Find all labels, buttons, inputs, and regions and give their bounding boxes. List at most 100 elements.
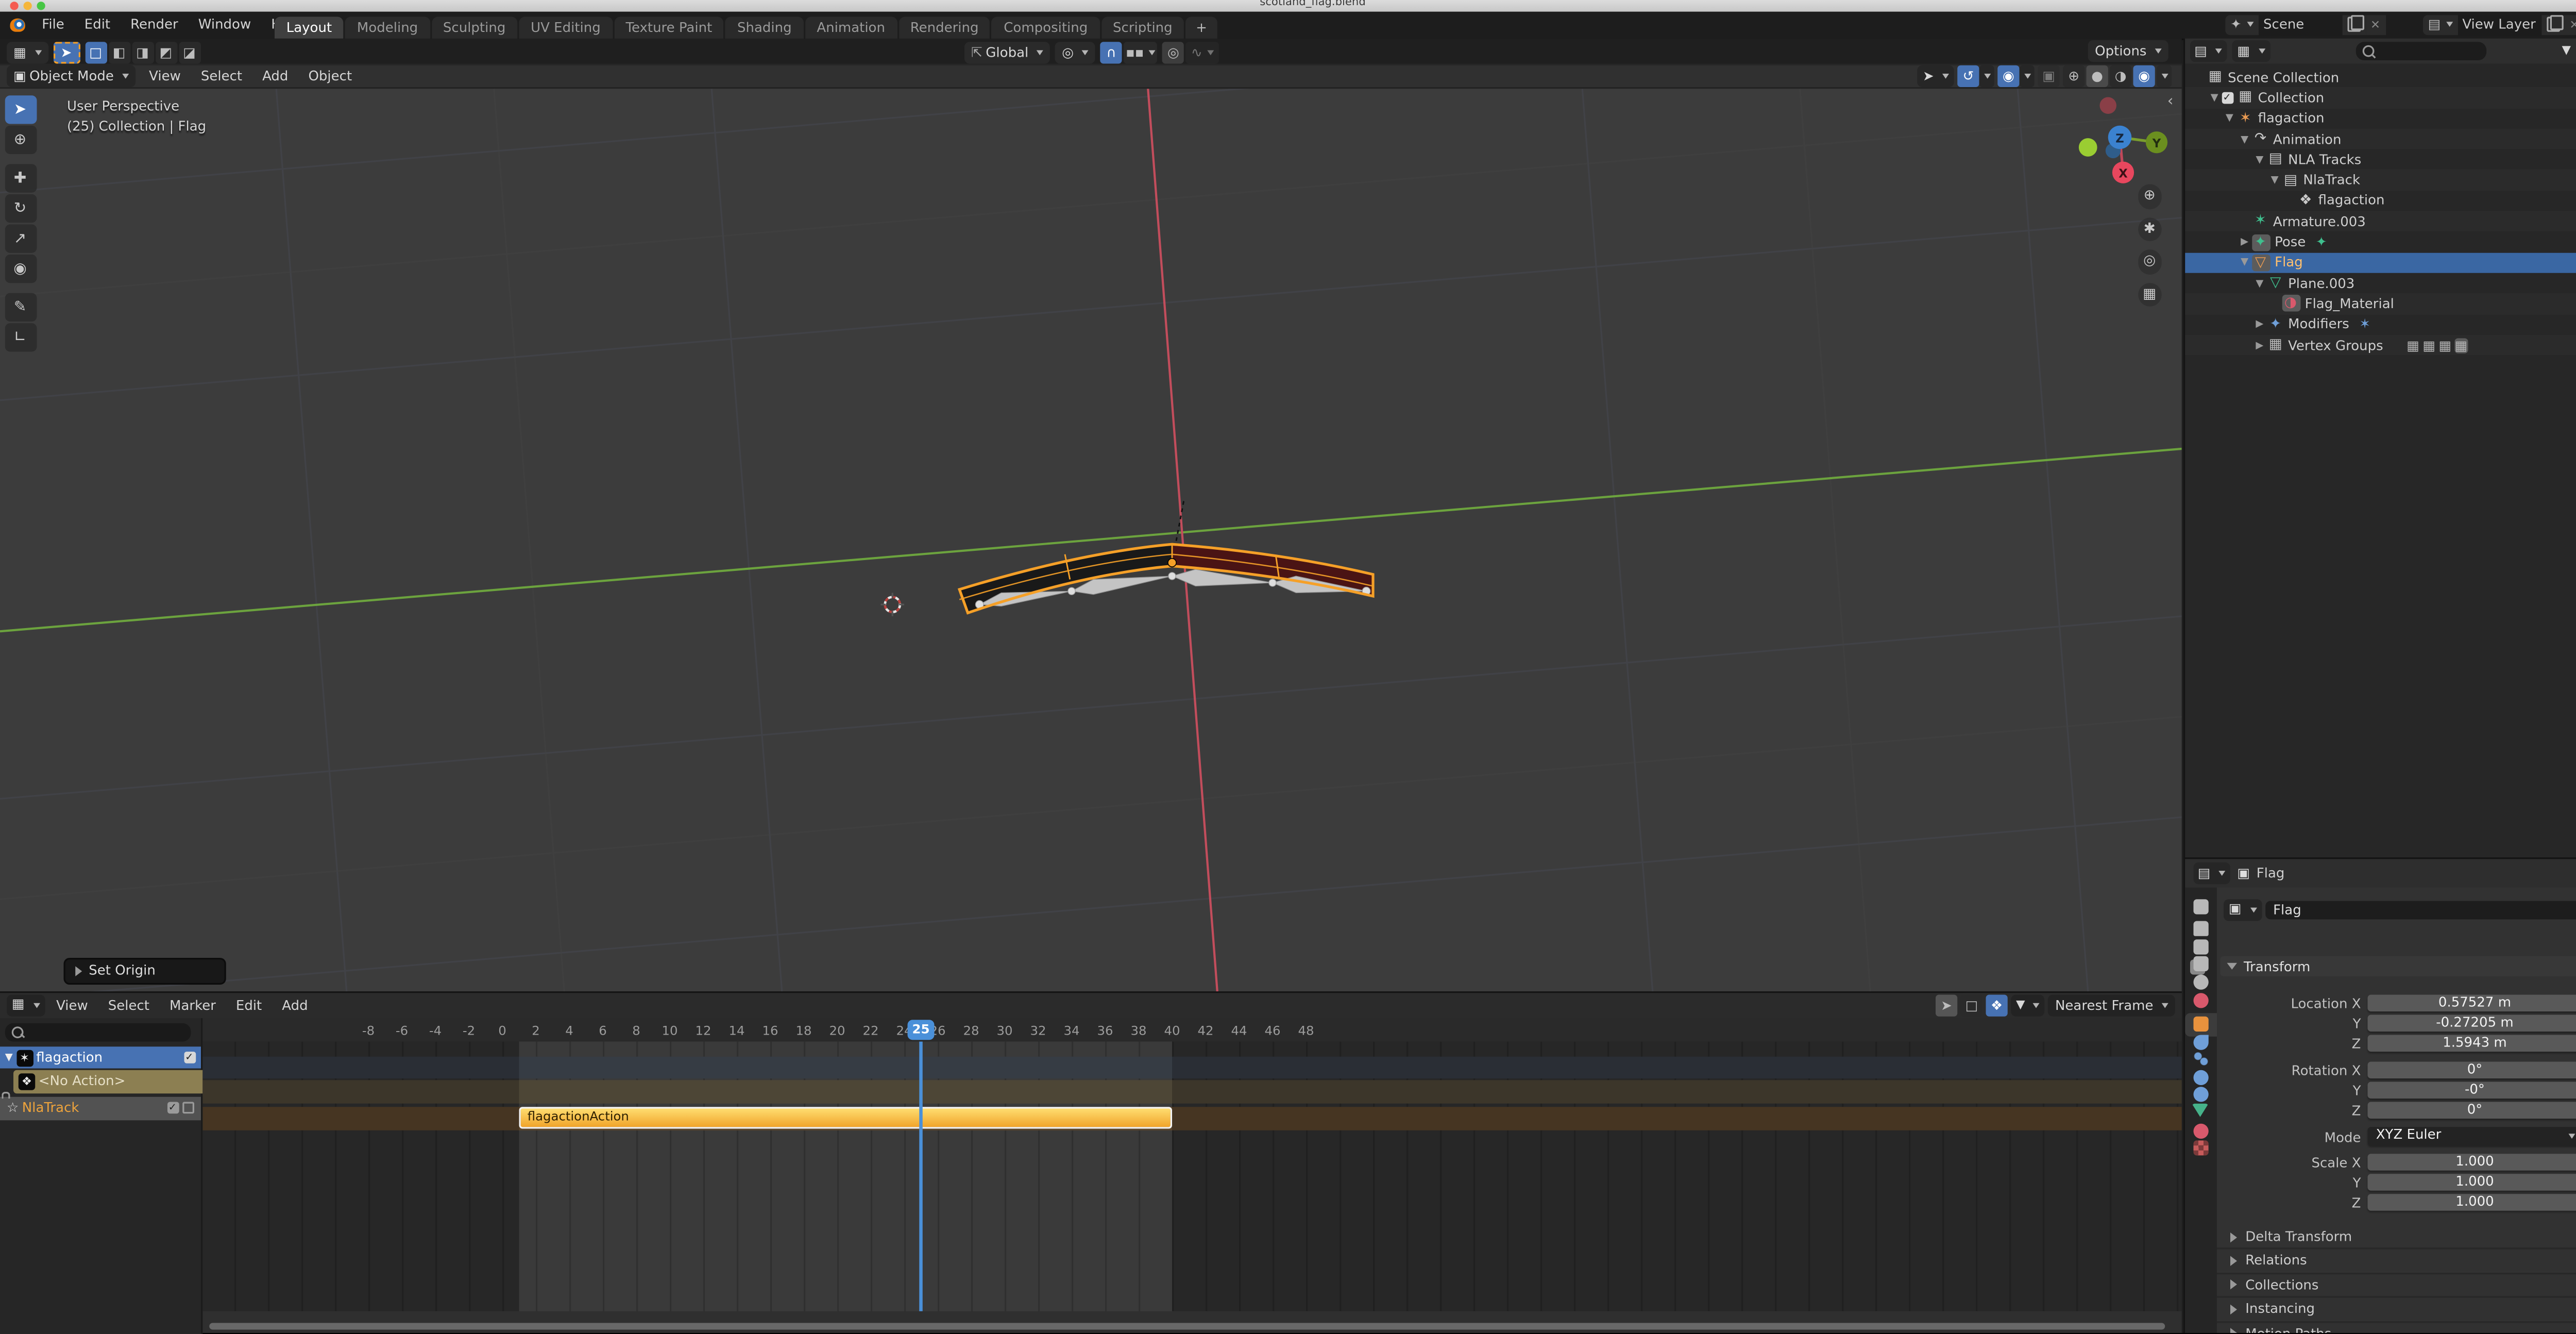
show-object-types-dropdown[interactable]: ➤: [1918, 66, 1954, 87]
outliner-row-armature-003[interactable]: ✶Armature.003: [2184, 211, 2576, 232]
current-frame-badge[interactable]: 25: [908, 1019, 935, 1039]
shading-dropdown[interactable]: [2157, 66, 2172, 87]
transform-orientation-dropdown[interactable]: ⇱ Global: [964, 42, 1050, 63]
snap-mode-dropdown[interactable]: Nearest Frame: [2048, 995, 2175, 1016]
viewport-menu-select[interactable]: Select: [193, 65, 251, 87]
nla-menu-marker[interactable]: Marker: [161, 994, 224, 1016]
field-value[interactable]: -0.27205 m: [2368, 1014, 2576, 1032]
panel-motion-paths[interactable]: Motion Paths∷∷: [2217, 1321, 2576, 1332]
view-layer-name[interactable]: View Layer: [2458, 15, 2541, 34]
scene-icon[interactable]: ✦: [2225, 15, 2258, 34]
field-value[interactable]: -0°: [2368, 1081, 2576, 1099]
view-layer-icon[interactable]: ▤: [2423, 15, 2458, 34]
workspace-tab-compositing[interactable]: Compositing: [992, 16, 1100, 40]
workspace-tab-shading[interactable]: Shading: [725, 16, 803, 40]
outliner-search-input[interactable]: [2355, 42, 2486, 60]
outliner-row-scene-collection[interactable]: ▦Scene Collection: [2184, 67, 2576, 88]
menu-window[interactable]: Window: [190, 14, 259, 36]
panel-instancing[interactable]: Instancing∷∷: [2217, 1296, 2576, 1320]
field-value[interactable]: 1.000: [2368, 1193, 2576, 1211]
outliner-row-vertex-groups[interactable]: ▶▦Vertex Groups▦▦▦▦: [2184, 335, 2576, 356]
scene-name[interactable]: Scene: [2258, 15, 2342, 34]
track-mute-checkbox[interactable]: ✓: [166, 1102, 178, 1114]
proportional-edit-toggle[interactable]: ◎: [1162, 42, 1184, 63]
pan-hand-icon[interactable]: ✱: [2138, 217, 2162, 241]
viewport-menu-object[interactable]: Object: [300, 65, 360, 87]
viewport-menu-add[interactable]: Add: [254, 65, 297, 87]
properties-tab-world[interactable]: [2184, 989, 2217, 1012]
copy-scene-icon[interactable]: [2342, 15, 2366, 34]
orthographic-grid-icon[interactable]: ▦: [2138, 282, 2162, 307]
select-mode-difference-button[interactable]: ◩: [155, 42, 177, 63]
move-tool[interactable]: ✚: [4, 164, 36, 193]
sidebar-collapse-arrow[interactable]: ‹: [2167, 94, 2174, 111]
workspace-tab-animation[interactable]: Animation: [805, 16, 897, 40]
workspace-tab-rendering[interactable]: Rendering: [899, 16, 990, 40]
viewport-canvas[interactable]: Z Y X User Perspective (25) Collection |…: [0, 89, 2182, 991]
outliner-row-plane-003[interactable]: ▼▽Plane.003: [2184, 273, 2576, 294]
outliner-row-pose[interactable]: ▶✦Pose✦: [2184, 232, 2576, 252]
transform-panel-header[interactable]: Transform ∷∷: [2221, 956, 2576, 976]
scale-tool[interactable]: ↗: [4, 225, 36, 253]
set-origin-operator-panel[interactable]: Set Origin: [64, 958, 226, 984]
field-value[interactable]: 0°: [2368, 1101, 2576, 1119]
collection-checkbox[interactable]: ✓: [2221, 92, 2233, 104]
navigation-gizmo[interactable]: Z Y X: [2079, 97, 2167, 183]
menu-file[interactable]: File: [33, 14, 73, 36]
shading-material-button[interactable]: ◑: [2110, 66, 2131, 87]
outliner-editor-type-dropdown[interactable]: ▤: [2189, 41, 2227, 62]
rotate-tool[interactable]: ↻: [4, 194, 36, 223]
field-value[interactable]: 0°: [2368, 1061, 2576, 1078]
select-mode-subtract-button[interactable]: ◨: [131, 42, 153, 63]
workspace-tab-sculpting[interactable]: Sculpting: [431, 16, 517, 40]
menu-render[interactable]: Render: [122, 14, 187, 36]
outliner-row-flag[interactable]: ▼▽Flag: [2184, 252, 2576, 273]
nla-object-track-row[interactable]: ▼ ✶ flagaction ✓: [0, 1046, 200, 1068]
menu-edit[interactable]: Edit: [76, 14, 119, 36]
view-layer-selector[interactable]: ▤ View Layer ✕: [2423, 15, 2576, 34]
shading-wireframe-button[interactable]: ⊕: [2063, 66, 2084, 87]
overlays-toggle[interactable]: ◉: [1997, 66, 2019, 87]
viewport-menu-view[interactable]: View: [141, 65, 189, 87]
flag-mesh-object[interactable]: [959, 544, 1373, 613]
shading-solid-button[interactable]: ●: [2087, 66, 2108, 87]
unlink-scene-icon[interactable]: ✕: [2365, 15, 2385, 34]
gizmos-dropdown[interactable]: [1979, 66, 1994, 87]
measure-tool[interactable]: ∟: [4, 323, 36, 351]
workspace-tab-layout[interactable]: Layout: [275, 16, 344, 40]
gizmos-toggle[interactable]: ↺: [1957, 66, 1979, 87]
nla-editor-type-dropdown[interactable]: ▦: [7, 995, 44, 1016]
solo-star-icon[interactable]: ☆: [7, 1100, 19, 1115]
properties-editor-type-dropdown[interactable]: ▤: [2193, 863, 2230, 884]
nla-filter-dropdown[interactable]: ▼: [2011, 995, 2045, 1016]
outliner-row-animation[interactable]: ▼↷Animation: [2184, 129, 2576, 149]
shading-rendered-button[interactable]: ◉: [2133, 66, 2155, 87]
options-dropdown[interactable]: Options: [2088, 40, 2168, 61]
nla-lane-area[interactable]: flagactionAction: [202, 1041, 2182, 1314]
pivot-point-dropdown[interactable]: ◎: [1055, 42, 1095, 63]
outliner-row-flagaction[interactable]: ❖flagaction: [2184, 191, 2576, 211]
nla-strip[interactable]: flagactionAction: [519, 1107, 1173, 1128]
snap-toggle[interactable]: ∩: [1100, 42, 1122, 63]
overlays-dropdown[interactable]: [2020, 66, 2035, 87]
mode-dropdown[interactable]: ▣ Object Mode: [7, 66, 135, 87]
field-value[interactable]: 0.57527 m: [2368, 994, 2576, 1011]
camera-view-icon[interactable]: ◎: [2138, 249, 2162, 274]
workspace-tab-scripting[interactable]: Scripting: [1101, 16, 1184, 40]
xray-toggle[interactable]: ▣: [2038, 66, 2059, 87]
properties-tab-tool[interactable]: [2184, 894, 2217, 918]
workspace-tab-uv-editing[interactable]: UV Editing: [519, 16, 612, 40]
scene-selector[interactable]: ✦ Scene ✕: [2225, 15, 2413, 34]
outliner-filter-dropdown[interactable]: ▼: [2557, 41, 2576, 62]
nla-search-input[interactable]: [5, 1022, 191, 1041]
playhead-line[interactable]: [920, 1041, 922, 1310]
nla-menu-select[interactable]: Select: [100, 994, 158, 1016]
nla-action-track-row[interactable]: ❖ <No Action>: [13, 1070, 202, 1093]
blender-logo-icon[interactable]: [10, 18, 25, 31]
nla-menu-add[interactable]: Add: [274, 994, 316, 1016]
workspace-tab-texture-paint[interactable]: Texture Paint: [614, 16, 724, 40]
field-value[interactable]: 1.5943 m: [2368, 1034, 2576, 1052]
outliner-row-flag_material[interactable]: ◑Flag_Material: [2184, 294, 2576, 314]
outliner-row-nla-tracks[interactable]: ▼▤NLA Tracks: [2184, 149, 2576, 170]
select-mode-extend-button[interactable]: ◧: [108, 42, 130, 63]
